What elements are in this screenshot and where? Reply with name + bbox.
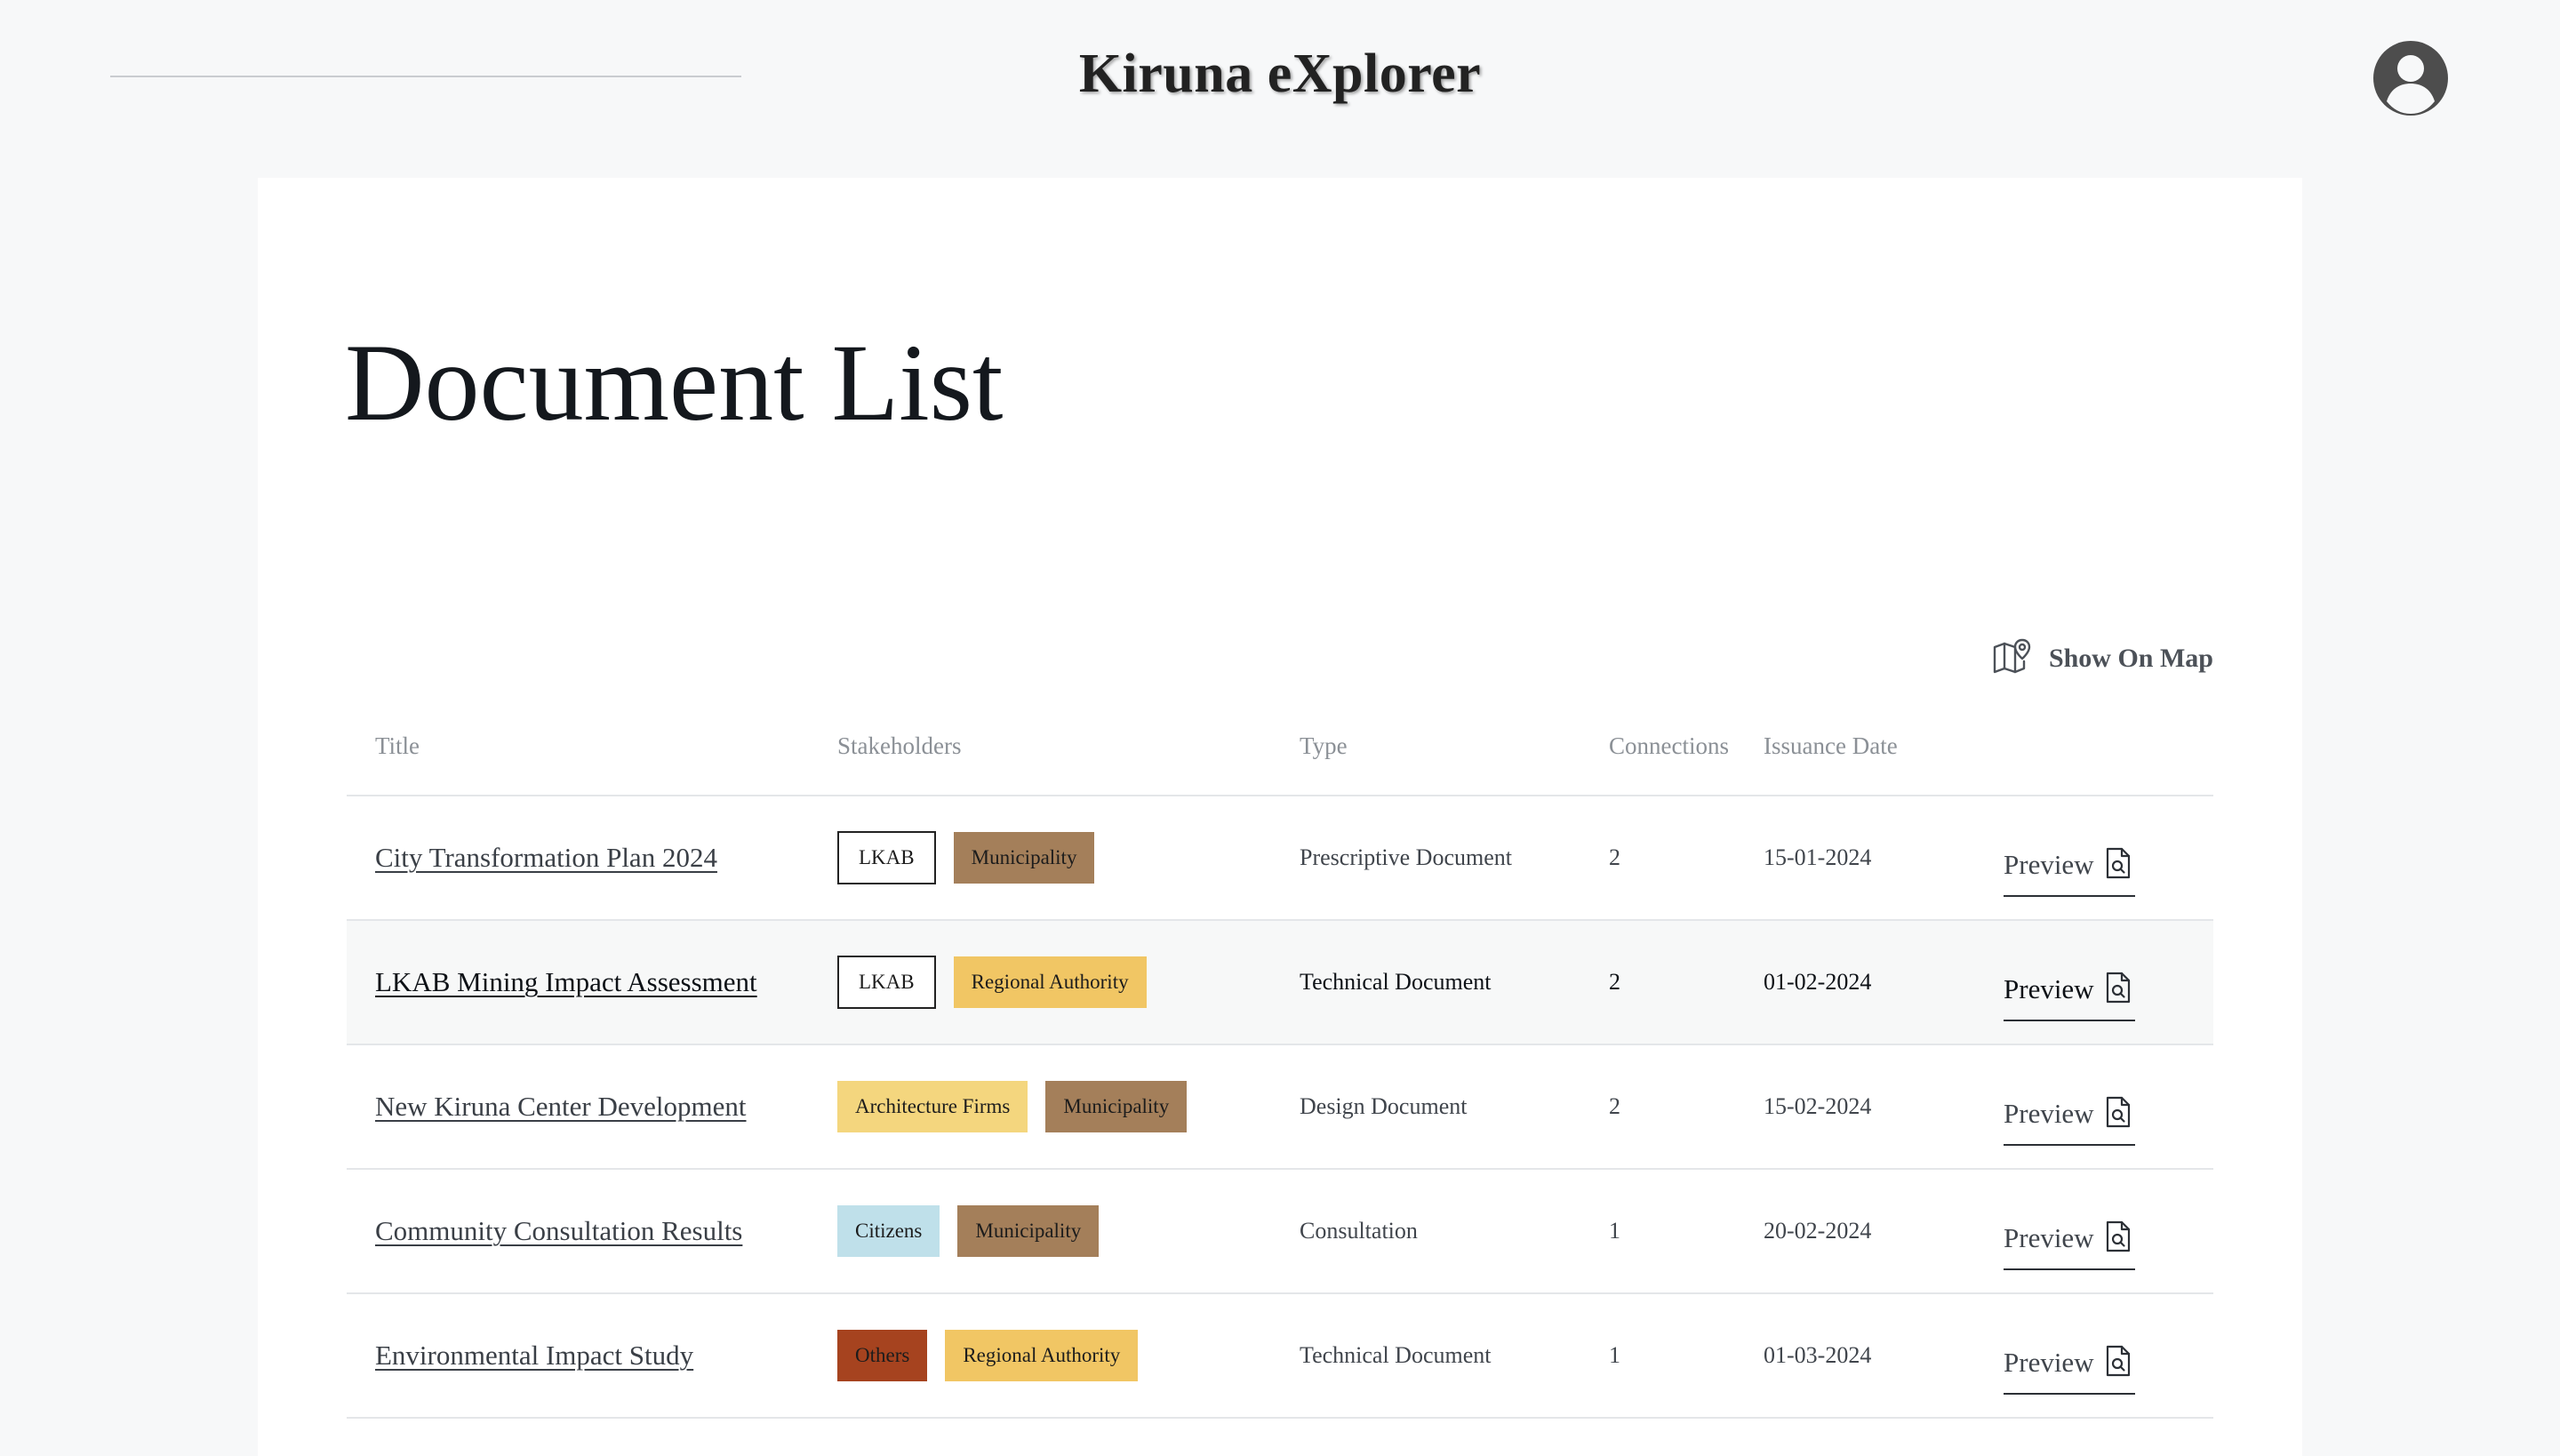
stakeholder-tag: Architecture Firms (837, 1081, 1028, 1132)
document-type: Technical Document (1300, 1342, 1492, 1368)
document-search-icon (2103, 971, 2133, 1008)
connections-count: 2 (1609, 969, 1620, 995)
stakeholder-tags: Architecture Firms Municipality (837, 1045, 1188, 1168)
map-pin-icon (1992, 636, 2033, 681)
header-divider (110, 76, 741, 77)
document-table: Title Stakeholders Type Connections Issu… (347, 702, 2213, 1419)
issuance-date: 15-01-2024 (1764, 844, 1872, 870)
stakeholder-tag: Citizens (837, 1205, 940, 1257)
document-search-icon (2103, 1344, 2133, 1381)
preview-button[interactable]: Preview (2004, 964, 2135, 1021)
document-title-link[interactable]: LKAB Mining Impact Assessment (375, 966, 757, 998)
page-title: Document List (345, 322, 1004, 444)
header-connections[interactable]: Connections (1609, 732, 1729, 760)
header-stakeholders[interactable]: Stakeholders (837, 732, 961, 760)
document-search-icon (2103, 1220, 2133, 1257)
document-type: Consultation (1300, 1218, 1418, 1244)
header-issuance-date[interactable]: Issuance Date (1764, 732, 1898, 760)
connections-count: 1 (1609, 1342, 1620, 1368)
document-title-link[interactable]: Environmental Impact Study (375, 1340, 693, 1372)
issuance-date: 01-02-2024 (1764, 969, 1872, 995)
header-title[interactable]: Title (375, 732, 420, 760)
connections-count: 2 (1609, 1093, 1620, 1119)
preview-label: Preview (2004, 1222, 2094, 1253)
issuance-date: 15-02-2024 (1764, 1093, 1872, 1119)
stakeholder-tags: LKAB Regional Authority (837, 921, 1147, 1044)
document-title-link[interactable]: Community Consultation Results (375, 1215, 742, 1247)
document-title-link[interactable]: City Transformation Plan 2024 (375, 842, 717, 874)
stakeholder-tag: Municipality (953, 832, 1095, 884)
table-row: Community Consultation Results Citizens M… (347, 1170, 2213, 1294)
show-on-map-label: Show On Map (2048, 644, 2213, 673)
document-search-icon (2103, 846, 2133, 884)
document-type: Design Document (1300, 1093, 1468, 1119)
document-title-link[interactable]: New Kiruna Center Development (375, 1091, 747, 1123)
connections-count: 2 (1609, 844, 1620, 870)
header-type[interactable]: Type (1300, 732, 1348, 760)
preview-label: Preview (2004, 973, 2094, 1004)
table-row: New Kiruna Center Development Architectu… (347, 1045, 2213, 1170)
document-search-icon (2103, 1095, 2133, 1132)
preview-label: Preview (2004, 1098, 2094, 1129)
preview-label: Preview (2004, 849, 2094, 880)
document-type: Prescriptive Document (1300, 844, 1512, 870)
stakeholder-tags: Others Regional Authority (837, 1294, 1139, 1417)
preview-button[interactable]: Preview (2004, 1089, 2135, 1146)
stakeholder-tag: Others (837, 1330, 928, 1381)
stakeholder-tags: LKAB Municipality (837, 796, 1095, 919)
preview-button[interactable]: Preview (2004, 1338, 2135, 1395)
app-title: Kiruna eXplorer (1078, 44, 1482, 104)
preview-label: Preview (2004, 1347, 2094, 1378)
stakeholder-tag: Regional Authority (945, 1330, 1139, 1381)
top-bar: Kiruna eXplorer (0, 0, 2560, 160)
stakeholder-tag: LKAB (837, 956, 936, 1009)
document-list-card: Document List Show On Map Title Stakehol… (258, 178, 2302, 1456)
stakeholder-tag: Municipality (957, 1205, 1100, 1257)
user-circle-icon[interactable] (2372, 39, 2450, 117)
connections-count: 1 (1609, 1218, 1620, 1244)
table-row: Environmental Impact Study Others Regiona… (347, 1294, 2213, 1419)
stakeholder-tag: Municipality (1045, 1081, 1188, 1132)
document-type: Technical Document (1300, 969, 1492, 995)
stakeholder-tag: Regional Authority (953, 956, 1147, 1008)
issuance-date: 01-03-2024 (1764, 1342, 1872, 1368)
table-body: City Transformation Plan 2024 LKAB Munici… (347, 796, 2213, 1419)
table-row: City Transformation Plan 2024 LKAB Munici… (347, 796, 2213, 921)
table-header: Title Stakeholders Type Connections Issu… (347, 702, 2213, 796)
preview-button[interactable]: Preview (2004, 1213, 2135, 1270)
show-on-map-button[interactable]: Show On Map (1992, 636, 2213, 681)
issuance-date: 20-02-2024 (1764, 1218, 1872, 1244)
table-row: LKAB Mining Impact Assessment LKAB Region… (347, 921, 2213, 1045)
preview-button[interactable]: Preview (2004, 840, 2135, 897)
stakeholder-tags: Citizens Municipality (837, 1170, 1100, 1292)
stakeholder-tag: LKAB (837, 831, 936, 884)
